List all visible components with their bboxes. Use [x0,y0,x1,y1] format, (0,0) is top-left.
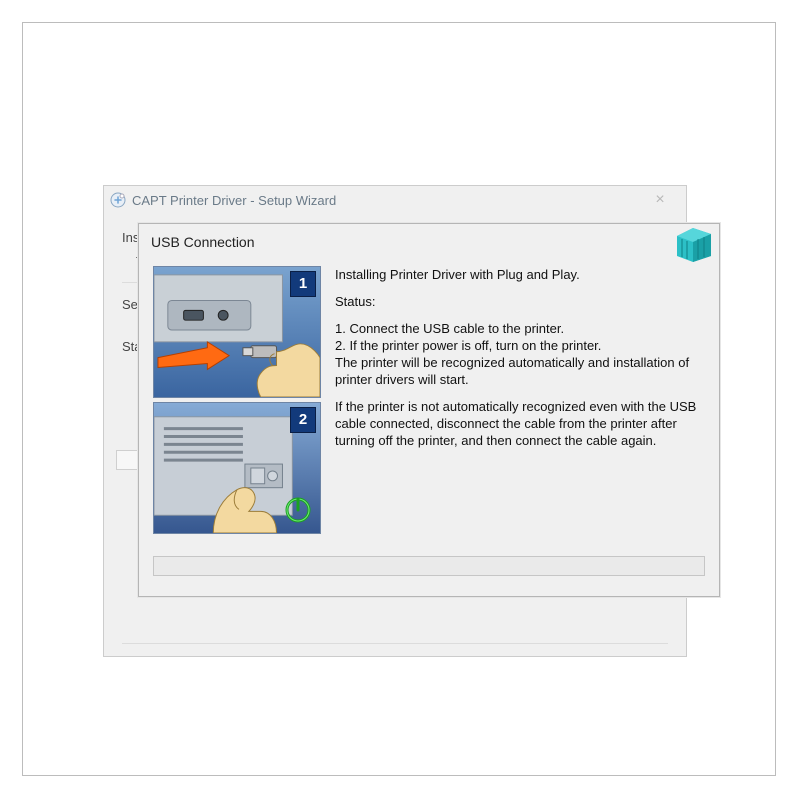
usb-connection-dialog: USB Connection [138,223,720,597]
status-auto-line: The printer will be recognized automatic… [335,354,705,388]
illustration-column: 1 [153,266,321,534]
status-step-2: 2. If the printer power is off, turn on … [335,337,705,354]
step-badge-1: 1 [290,271,316,297]
status-steps: 1. Connect the USB cable to the printer.… [335,320,705,388]
status-label: Status: [335,293,705,310]
divider [122,643,668,644]
dialog-header: USB Connection [139,224,719,262]
dialog-title: USB Connection [151,234,255,250]
step-badge-2: 2 [290,407,316,433]
heading-text: Installing Printer Driver with Plug and … [335,266,705,283]
window-title: CAPT Printer Driver - Setup Wizard [132,193,336,208]
close-button[interactable]: × [640,188,680,212]
power-icon [284,496,312,527]
titlebar: CAPT Printer Driver - Setup Wizard × [104,186,686,214]
progress-bar [153,556,705,576]
illustration-step-1: 1 [153,266,321,398]
illustration-step-2: 2 [153,402,321,534]
page-frame: CAPT Printer Driver - Setup Wizard × Ins… [22,22,776,776]
app-icon [110,192,126,208]
wizard-cube-icon [671,224,715,262]
status-step-1: 1. Connect the USB cable to the printer. [335,320,705,337]
dialog-content: 1 [139,262,719,534]
troubleshoot-text: If the printer is not automatically reco… [335,398,705,449]
instruction-text: Installing Printer Driver with Plug and … [335,266,705,534]
